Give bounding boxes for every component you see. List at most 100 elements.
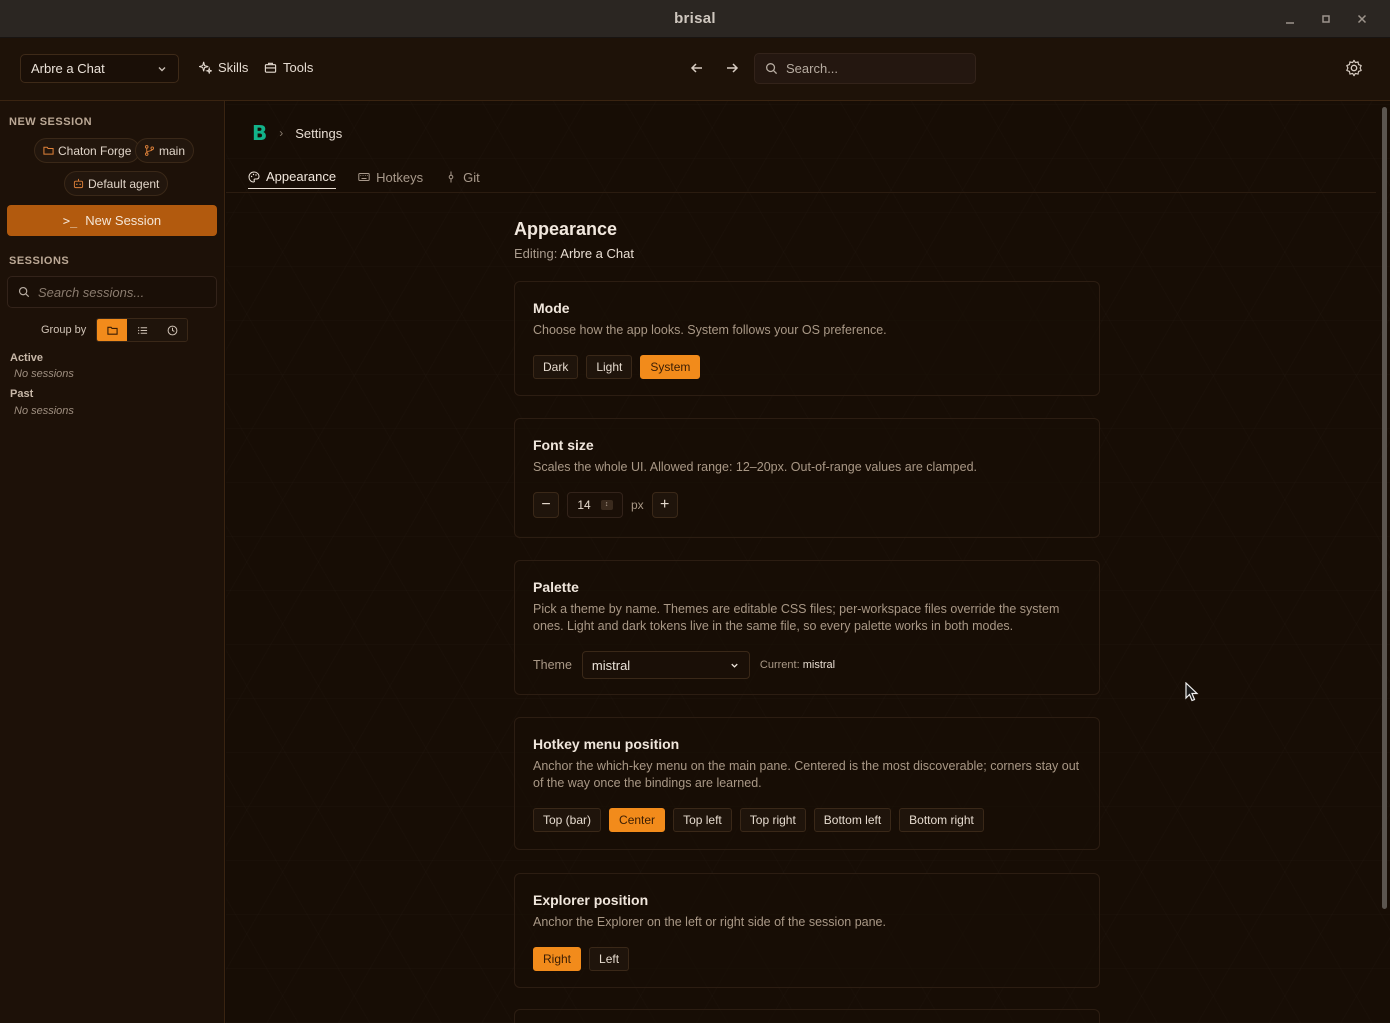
hotkey-bottom-left-button[interactable]: Bottom left	[813, 808, 892, 832]
tabs-divider	[226, 192, 1376, 193]
folder-icon	[43, 146, 54, 155]
tab-appearance[interactable]: Appearance	[248, 169, 337, 189]
next-card-partial	[514, 1009, 1100, 1023]
git-branch-icon	[145, 145, 154, 156]
font-size-input[interactable]: 14 ↕	[567, 492, 623, 518]
tab-hotkeys-label: Hotkeys	[376, 169, 424, 185]
hotkey-top-right-button[interactable]: Top right	[739, 808, 806, 832]
hotkey-top-left-button[interactable]: Top left	[673, 808, 732, 832]
settings-pane: B › Settings Appearance Hotkeys Git Appe…	[226, 101, 1390, 1023]
global-search-input[interactable]: Search...	[754, 53, 976, 84]
breadcrumb: B › Settings	[252, 121, 342, 145]
sidebar: NEW SESSION Chaton Forge main Default ag…	[0, 101, 225, 1023]
theme-select-value: mistral	[591, 657, 631, 673]
explorer-right-button[interactable]: Right	[533, 947, 582, 971]
workspace-select-value: Arbre a Chat	[31, 61, 105, 76]
group-past-title: Past	[10, 388, 34, 400]
git-commit-icon	[448, 171, 454, 183]
agent-chip-label: Default agent	[88, 176, 160, 191]
hotkey-center-button[interactable]: Center	[609, 808, 666, 832]
increase-font-size-button[interactable]: +	[651, 492, 678, 518]
font-size-title: Font size	[533, 437, 594, 453]
explorer-title: Explorer position	[533, 892, 649, 908]
explorer-options: Right Left	[533, 947, 1081, 971]
group-active-empty: No sessions	[14, 368, 74, 380]
explorer-card: Explorer position Anchor the Explorer on…	[514, 873, 1100, 988]
palette-card: Palette Pick a theme by name. Themes are…	[514, 560, 1100, 695]
current-theme-value: mistral	[802, 659, 836, 671]
close-icon[interactable]	[1353, 10, 1371, 28]
decrease-font-size-button[interactable]: −	[533, 492, 559, 518]
mode-description: Choose how the app looks. System follows…	[533, 323, 887, 337]
font-size-stepper: − 14 ↕ px +	[533, 492, 1081, 518]
group-active-title: Active	[10, 352, 44, 364]
explorer-description: Anchor the Explorer on the left or right…	[533, 915, 886, 929]
tab-git-label: Git	[463, 169, 480, 185]
session-search-input[interactable]: Search sessions...	[7, 276, 217, 308]
window-titlebar: brisal	[0, 0, 1390, 38]
minimize-icon[interactable]	[1281, 10, 1299, 28]
current-theme-label: Current:	[759, 659, 800, 671]
chevron-right-icon: ›	[279, 126, 284, 140]
hotkey-top-bar-button[interactable]: Top (bar)	[533, 808, 602, 832]
editing-label: Editing:	[514, 246, 558, 261]
chevron-down-icon	[158, 66, 166, 71]
session-search-placeholder: Search sessions...	[38, 284, 145, 300]
project-chip-label: Chaton Forge	[58, 143, 132, 158]
skills-button[interactable]: Skills	[199, 60, 248, 75]
group-by-toggle	[96, 318, 189, 342]
tab-hotkeys[interactable]: Hotkeys	[358, 169, 423, 189]
hotkey-menu-options: Top (bar) Center Top left Top right Bott…	[533, 808, 1081, 832]
hotkey-menu-description: Anchor the which-key menu on the main pa…	[533, 759, 1080, 790]
window-title: brisal	[674, 10, 716, 27]
top-bar: Arbre a Chat Skills Tools Search...	[0, 38, 1390, 101]
tab-git[interactable]: Git	[445, 169, 480, 189]
palette-title: Palette	[533, 579, 579, 595]
mode-options: Dark Light System	[533, 355, 1081, 379]
current-theme: Current: mistral	[760, 659, 835, 671]
theme-label: Theme	[533, 658, 572, 672]
keyboard-icon	[358, 173, 370, 181]
folder-icon	[107, 326, 118, 335]
workspace-select[interactable]: Arbre a Chat	[20, 54, 179, 83]
mode-system-button[interactable]: System	[640, 355, 701, 379]
tools-button[interactable]: Tools	[264, 60, 313, 75]
sessions-heading: SESSIONS	[9, 255, 70, 267]
group-by-folder-button[interactable]	[97, 319, 128, 341]
mode-light-button[interactable]: Light	[586, 355, 633, 379]
editing-value: Arbre a Chat	[560, 246, 634, 261]
group-by-label: Group by	[41, 324, 87, 336]
agent-chip[interactable]: Default agent	[64, 171, 169, 196]
hotkey-bottom-right-button[interactable]: Bottom right	[899, 808, 984, 832]
group-by-time-button[interactable]	[157, 319, 188, 341]
tools-label: Tools	[283, 60, 314, 75]
explorer-left-button[interactable]: Left	[589, 947, 630, 971]
appearance-header: Appearance Editing: Arbre a Chat	[514, 219, 1104, 261]
sparkles-icon	[199, 61, 212, 74]
mode-dark-button[interactable]: Dark	[533, 355, 579, 379]
mode-card: Mode Choose how the app looks. System fo…	[514, 281, 1100, 396]
font-size-value: 14	[577, 498, 591, 512]
branch-chip[interactable]: main	[135, 138, 195, 163]
hotkey-menu-title: Hotkey menu position	[533, 736, 680, 752]
group-by-list-button[interactable]	[127, 319, 158, 341]
spinner-icon[interactable]: ↕	[600, 500, 613, 510]
terminal-prompt-icon: >_	[62, 213, 78, 228]
branch-chip-label: main	[159, 143, 186, 158]
palette-icon	[248, 170, 260, 183]
font-size-card: Font size Scales the whole UI. Allowed r…	[514, 418, 1100, 538]
bot-icon	[73, 178, 84, 189]
theme-select[interactable]: mistral	[581, 651, 750, 679]
gear-icon[interactable]	[1345, 59, 1363, 77]
skills-label: Skills	[218, 60, 249, 75]
group-past-empty: No sessions	[14, 405, 74, 417]
new-session-button[interactable]: >_ New Session	[7, 205, 217, 236]
main-scrollbar[interactable]	[1382, 107, 1387, 909]
arrow-left-icon[interactable]	[689, 60, 705, 76]
arrow-right-icon[interactable]	[724, 60, 740, 76]
app-logo[interactable]: B	[252, 121, 267, 145]
list-icon	[137, 326, 147, 334]
font-size-unit: px	[631, 498, 644, 512]
maximize-icon[interactable]	[1317, 10, 1335, 28]
project-chip[interactable]: Chaton Forge	[34, 138, 141, 163]
